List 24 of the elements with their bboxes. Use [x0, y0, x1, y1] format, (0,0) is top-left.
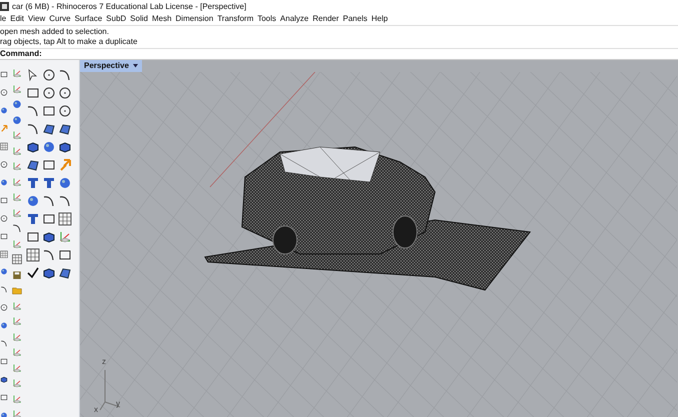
axis-label: y: [116, 399, 120, 408]
axis-label: x: [94, 405, 98, 414]
menu-item[interactable]: Render: [312, 14, 339, 24]
menu-item[interactable]: Surface: [74, 14, 102, 24]
viewport-tab[interactable]: Perspective: [80, 60, 142, 72]
menu-item[interactable]: Solid: [130, 14, 148, 24]
menu-item[interactable]: Mesh: [152, 14, 172, 24]
menu-item[interactable]: Dimension: [176, 14, 214, 24]
command-history-line: open mesh added to selection.: [0, 27, 109, 36]
command-prompt[interactable]: Command:: [0, 49, 42, 58]
menu-item[interactable]: Curve: [49, 14, 71, 24]
menu-item[interactable]: Panels: [342, 14, 368, 24]
command-history-line: rag objects, tap Alt to make a duplicate: [0, 37, 138, 46]
menu-item[interactable]: View: [28, 14, 46, 24]
axis-label: z: [102, 357, 106, 366]
menu-item[interactable]: le: [0, 14, 6, 24]
menu-item[interactable]: Tools: [257, 14, 276, 24]
window-title: car (6 MB) - Rhinoceros 7 Educational Lab License - [Perspective]: [12, 2, 246, 12]
menu-item[interactable]: Help: [371, 14, 388, 24]
menu-item[interactable]: Edit: [10, 14, 24, 24]
menu-item[interactable]: SubD: [106, 14, 126, 24]
menu-item[interactable]: Transform: [217, 14, 254, 24]
perspective-viewport[interactable]: Perspective z x y: [80, 60, 678, 417]
menu-item[interactable]: Analyze: [280, 14, 309, 24]
